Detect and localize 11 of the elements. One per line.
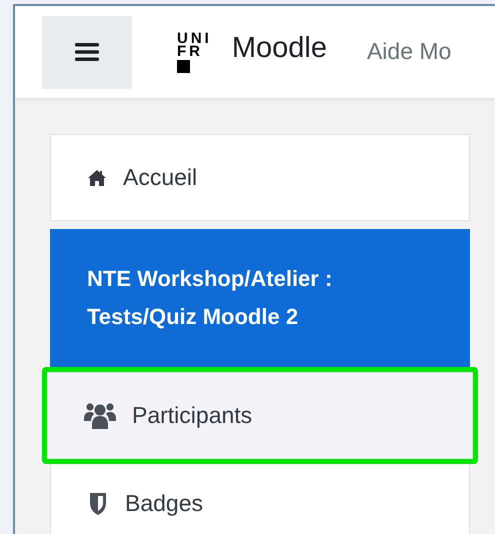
nav-link[interactable]: Aide Mo bbox=[366, 34, 452, 68]
users-icon bbox=[84, 400, 116, 430]
home-icon bbox=[87, 168, 107, 186]
menu-button[interactable] bbox=[42, 16, 132, 88]
nav-item[interactable]: Participants bbox=[47, 372, 473, 459]
course-nav-item[interactable]: NTE Workshop/Atelier : Tests/Quiz Moodle 2 bbox=[50, 229, 470, 367]
shield-icon bbox=[87, 492, 109, 516]
nav-item[interactable]: Accueil bbox=[50, 134, 470, 221]
logo[interactable]: UNI FR bbox=[177, 32, 212, 72]
site-name[interactable]: Moodle bbox=[232, 27, 327, 71]
menu-icon bbox=[75, 43, 99, 61]
